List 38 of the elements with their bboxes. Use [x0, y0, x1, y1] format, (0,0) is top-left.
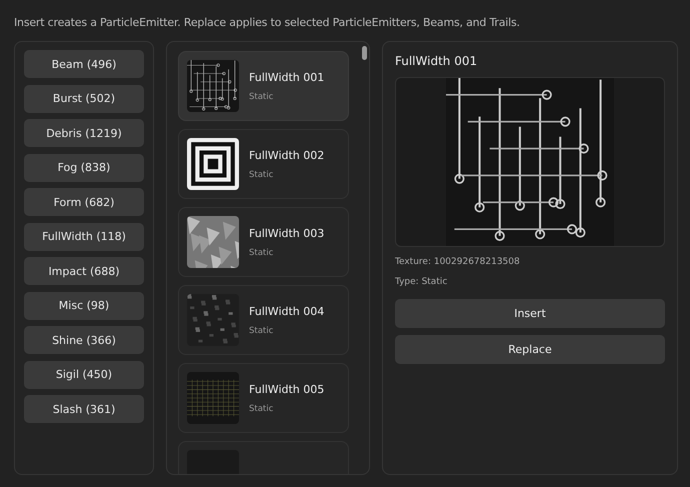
category-button[interactable]: Slash (361) [24, 395, 144, 423]
category-button[interactable]: Burst (502) [24, 84, 144, 112]
texture-list-item[interactable]: FullWidth 001 Static [178, 51, 349, 121]
texture-thumbnail [187, 138, 239, 190]
category-button[interactable]: Beam (496) [24, 50, 144, 78]
texture-thumbnail [187, 372, 239, 424]
texture-type: Static [249, 92, 274, 102]
texture-type: Static [249, 404, 274, 414]
texture-list-item[interactable]: FullWidth 004 Static [178, 285, 349, 355]
texture-list-item[interactable]: FullWidth 003 Static [178, 207, 349, 277]
category-button[interactable]: Impact (688) [24, 257, 144, 285]
texture-thumbnail [187, 216, 239, 268]
texture-id-text: Texture: 100292678213508 [395, 257, 521, 267]
category-button[interactable]: FullWidth (118) [24, 222, 144, 250]
texture-type: Static [249, 170, 274, 180]
texture-list-item[interactable]: FullWidth 005 Static [178, 363, 349, 433]
instruction-text: Insert creates a ParticleEmitter. Replace applies to selected ParticleEmitters, Beams, and Trails. [14, 16, 521, 29]
category-button[interactable]: Form (682) [24, 188, 144, 216]
category-button[interactable]: Sigil (450) [24, 360, 144, 388]
texture-name: FullWidth 004 [249, 304, 324, 318]
action-button[interactable]: Insert [395, 299, 665, 328]
action-button[interactable]: Replace [395, 335, 665, 364]
category-button[interactable]: Fog (838) [24, 154, 144, 182]
texture-type: Static [249, 326, 274, 336]
texture-list-item[interactable]: FullWidth 002 Static [178, 129, 349, 199]
texture-name: FullWidth 005 [249, 382, 324, 396]
category-button[interactable]: Misc (98) [24, 292, 144, 320]
texture-thumbnail [187, 294, 239, 346]
texture-type-text: Type: Static [395, 277, 448, 287]
detail-title: FullWidth 001 [395, 54, 478, 68]
scrollbar-thumb[interactable] [362, 46, 367, 60]
category-button[interactable]: Debris (1219) [24, 119, 144, 147]
texture-type: Static [249, 248, 274, 258]
texture-thumbnail [187, 60, 239, 112]
texture-name: FullWidth 003 [249, 226, 324, 240]
texture-name: FullWidth 001 [249, 70, 324, 84]
category-button[interactable]: Shine (366) [24, 326, 144, 354]
texture-name: FullWidth 002 [249, 148, 324, 162]
